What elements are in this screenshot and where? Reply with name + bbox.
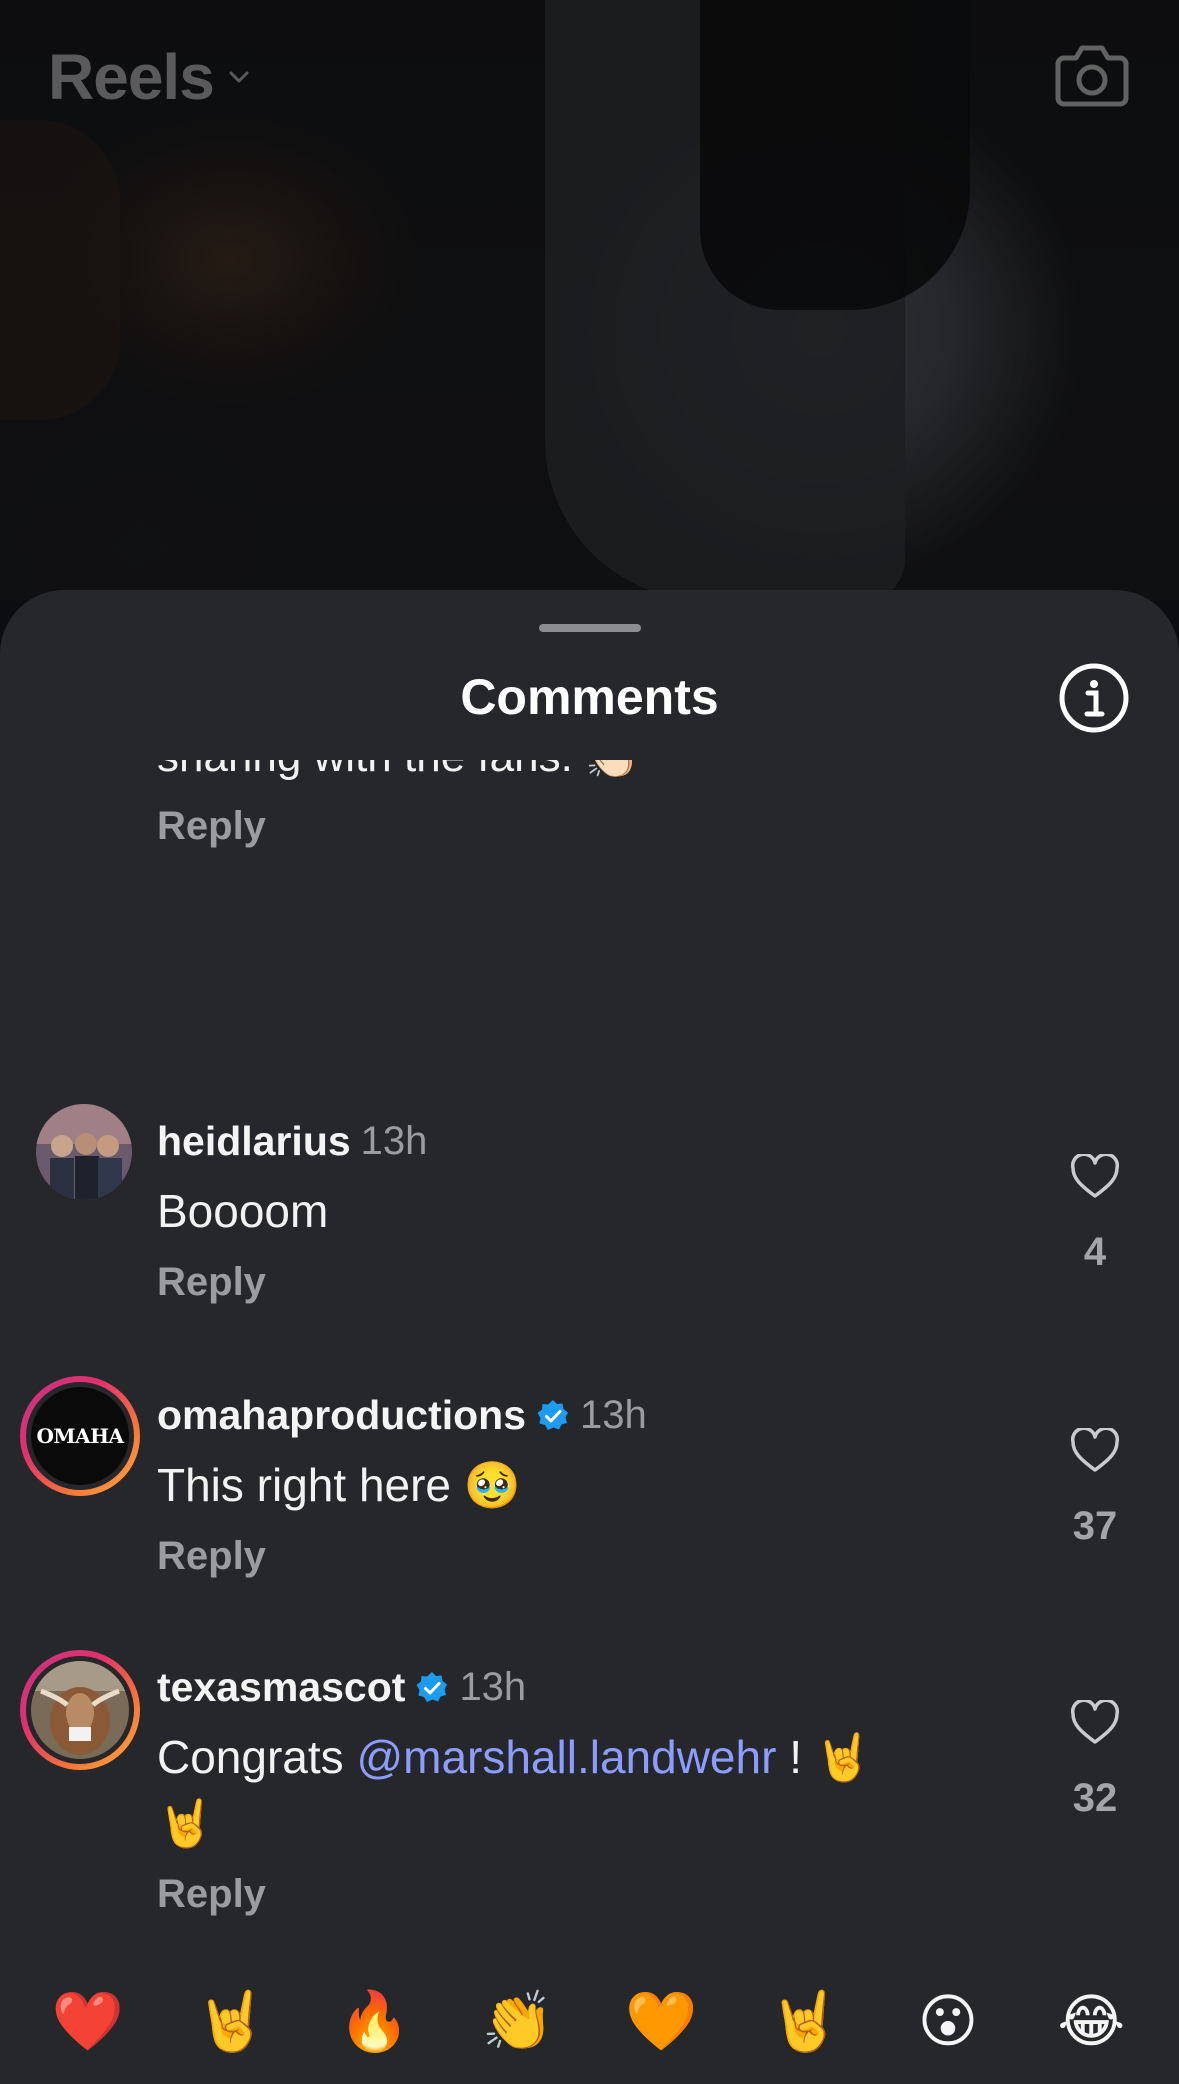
reaction-clap[interactable]: 👏 [468, 1981, 568, 2061]
comment-text: Boooom [157, 1185, 329, 1237]
quick-reaction-bar: ❤️ 🤘 🔥 👏 🧡 🤘 😮 😂 [0, 1958, 1179, 2084]
comment-time: 13h [459, 1665, 527, 1709]
comments-sheet: Comments sharing with the fans. 👏🏻 Reply [0, 590, 1179, 2084]
like-count: 32 [1072, 1776, 1118, 1820]
heart-outline-icon[interactable] [1070, 1700, 1120, 1746]
comment-meta: texasmascot 13h [157, 1664, 526, 1711]
verified-badge-icon [537, 1399, 569, 1430]
comments-list[interactable]: sharing with the fans. 👏🏻 Reply heidlari… [0, 760, 1179, 1960]
reels-title-text: Reels [48, 41, 215, 113]
avatar[interactable] [36, 1104, 132, 1200]
comment-text: Congrats @marshall.landwehr ! 🤘 🤘 [157, 1724, 957, 1856]
reaction-rock-on-2[interactable]: 🤘 [755, 1981, 855, 2061]
avatar-photo [31, 1661, 129, 1759]
reply-button[interactable]: Reply [157, 1872, 266, 1917]
avatar-ring-gap: OMAHA [26, 1382, 134, 1490]
comment-time: 13h [580, 1393, 647, 1437]
reaction-laugh[interactable]: 😂 [1041, 1981, 1141, 2061]
comment-time: 13h [360, 1119, 428, 1163]
comment-text-prefix: Congrats [157, 1731, 357, 1783]
heart-outline-icon[interactable] [1070, 1154, 1120, 1200]
reply-button[interactable]: Reply [157, 804, 266, 849]
like-count: 4 [1083, 1230, 1107, 1274]
camera-icon[interactable] [1054, 36, 1130, 112]
avatar [31, 1661, 129, 1759]
reply-button[interactable]: Reply [157, 1534, 266, 1579]
like-count: 37 [1072, 1504, 1118, 1548]
reaction-orange-heart[interactable]: 🧡 [611, 1981, 711, 2061]
mention-link[interactable]: @marshall.landwehr [356, 1731, 776, 1783]
comments-title: Comments [460, 669, 719, 725]
heart-outline-icon[interactable] [1070, 1428, 1120, 1474]
reaction-fire[interactable]: 🔥 [324, 1981, 424, 2061]
avatar-story-ring[interactable]: OMAHA [20, 1376, 140, 1496]
username[interactable]: heidlarius [157, 1118, 351, 1165]
comment-meta: omahaproductions 13h [157, 1392, 647, 1439]
username[interactable]: omahaproductions [157, 1392, 526, 1439]
avatar: OMAHA [31, 1387, 129, 1485]
reaction-surprised[interactable]: 😮 [898, 1981, 998, 2061]
avatar-ring-gap [26, 1656, 134, 1764]
sheet-grabber[interactable] [539, 624, 641, 632]
avatar-logo-text: OMAHA [36, 1424, 125, 1448]
verified-badge-icon [416, 1671, 448, 1702]
username[interactable]: texasmascot [157, 1664, 405, 1711]
comment-text-suffix: ! 🤘 [776, 1731, 873, 1783]
comment-text: This right here 🥹 [157, 1459, 522, 1511]
reply-button[interactable]: Reply [157, 1260, 266, 1305]
comment-meta: heidlarius 13h [157, 1118, 427, 1165]
avatar-photo [36, 1104, 132, 1200]
chevron-down-icon [229, 71, 249, 83]
reaction-red-heart[interactable]: ❤️ [38, 1981, 138, 2061]
comment-text-line2: 🤘 [157, 1797, 215, 1849]
reels-title-dropdown[interactable]: Reels [48, 40, 250, 114]
info-icon[interactable] [1058, 662, 1130, 734]
partial-comment-text: sharing with the fans. 👏🏻 [157, 760, 640, 782]
reaction-rock-on[interactable]: 🤘 [181, 1981, 281, 2061]
avatar-story-ring[interactable] [20, 1650, 140, 1770]
